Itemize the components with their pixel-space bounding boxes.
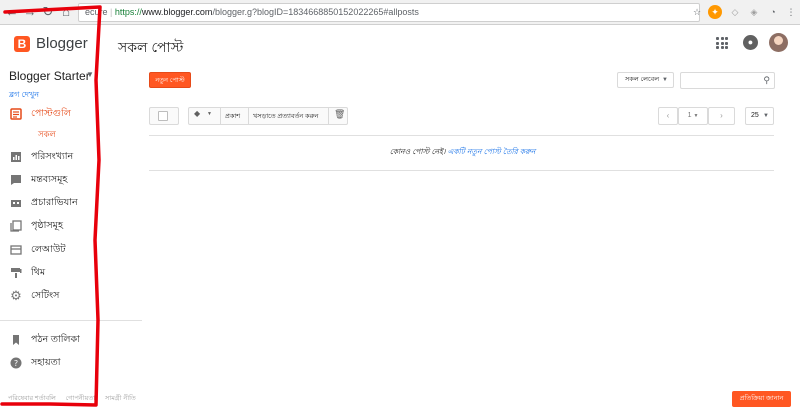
sidebar-item-label: থিম: [31, 266, 46, 278]
delete-icon[interactable]: 🗑: [334, 109, 345, 120]
back-icon[interactable]: ←: [4, 4, 20, 20]
list-divider: [149, 135, 774, 136]
search-icon[interactable]: ⚲: [763, 75, 770, 86]
reload-icon[interactable]: ↻: [40, 4, 56, 20]
extension-icon[interactable]: ◈: [747, 5, 761, 19]
publish-button[interactable]: প্রকাশ: [225, 111, 240, 122]
avatar[interactable]: [769, 33, 788, 52]
apps-grid-icon[interactable]: [716, 37, 728, 49]
next-page-button[interactable]: ›: [708, 107, 735, 125]
shield-icon[interactable]: ◇: [728, 5, 742, 19]
sidebar-item-layout[interactable]: লেআউট: [10, 242, 66, 258]
sidebar-item-label: পৃষ্ঠাসমূহ: [31, 219, 63, 231]
toolbar-divider: [248, 107, 249, 125]
help-icon: ?: [10, 357, 22, 369]
label-tag-icon[interactable]: ◆: [194, 109, 200, 118]
svg-text:?: ?: [14, 359, 18, 368]
extension-icon[interactable]: ✦: [708, 5, 722, 19]
brand-name[interactable]: Blogger: [36, 35, 88, 52]
sidebar-item-reading-list[interactable]: পঠন তালিকা: [10, 332, 80, 348]
sidebar-divider: [0, 320, 142, 321]
sidebar-item-label: সেটিংস: [31, 289, 60, 301]
sidebar-item-pages[interactable]: পৃষ্ঠাসমূহ: [10, 218, 63, 234]
privacy-link[interactable]: গোপনীয়তা: [66, 395, 96, 402]
home-icon[interactable]: ⌂: [58, 4, 74, 20]
page-selector[interactable]: 1 ▼: [678, 107, 708, 125]
menu-dots-icon[interactable]: ⋮: [784, 5, 798, 19]
sidebar-item-posts[interactable]: পোস্টগুলি: [10, 106, 71, 122]
label-filter-value: সকল লেবেল: [625, 76, 660, 83]
header-divider: [97, 34, 98, 54]
search-input[interactable]: ⚲: [680, 72, 775, 89]
gauge-icon[interactable]: ◔: [766, 5, 780, 19]
sidebar-item-label: পঠন তালিকা: [31, 333, 80, 345]
pages-icon: [10, 220, 22, 232]
sidebar-item-label: পোস্টগুলি: [31, 107, 71, 119]
red-annotation-outline: [0, 5, 102, 407]
url-host: www.blogger.com: [141, 7, 213, 17]
caret-down-icon: ▼: [662, 77, 668, 83]
blog-selector[interactable]: Blogger Starter: [9, 69, 90, 83]
url-scheme: https://: [114, 7, 142, 17]
url-path: /blogger.g?blogID=1834668850152022265#al…: [212, 7, 419, 17]
caret-down-icon[interactable]: ▼: [86, 70, 94, 79]
toolbar-divider: [220, 107, 221, 125]
create-post-link[interactable]: একটি নতুন পোস্ট তৈরি করুন: [448, 147, 536, 156]
earnings-icon: [10, 197, 22, 209]
list-divider: [149, 170, 774, 171]
blogger-logo[interactable]: B: [14, 36, 30, 52]
sidebar-footer: পরিষেবার শর্তাবলি গোপনীয়তা সামগ্রী নীতি: [8, 393, 144, 404]
sidebar-item-label: প্রচারাভিযান: [31, 196, 78, 208]
per-page-value: 25: [751, 112, 759, 119]
sidebar-item-theme[interactable]: থিম: [10, 265, 45, 281]
posts-icon: [10, 108, 22, 120]
select-all-checkbox[interactable]: [158, 111, 168, 121]
sidebar-item-settings[interactable]: ⚙ সেটিংস: [10, 288, 59, 304]
browser-toolbar: ← → ↻ ⌂ ecure | https://www.blogger.com/…: [0, 0, 800, 25]
sidebar-item-label: সহায়তা: [31, 356, 61, 368]
per-page-select[interactable]: 25 ▼: [745, 107, 774, 125]
sidebar-item-comments[interactable]: মন্তব্যসমূহ: [10, 172, 67, 188]
notifications-icon[interactable]: ●: [743, 35, 758, 50]
forward-icon[interactable]: →: [22, 4, 38, 20]
bookmark-star-icon[interactable]: ☆: [690, 5, 704, 19]
reading-list-icon: [10, 334, 22, 346]
sidebar-subitem-all[interactable]: সকল: [38, 128, 56, 142]
feedback-button[interactable]: প্রতিক্রিয়া জানান: [732, 391, 791, 407]
theme-icon: [10, 267, 22, 279]
revert-to-draft-button[interactable]: খসড়াতে প্রত্যাবর্তন করুন: [253, 111, 318, 122]
sidebar-item-label: মন্তব্যসমূহ: [31, 173, 68, 185]
empty-state-text: কোনও পোস্ট নেই।: [389, 147, 446, 156]
settings-icon: ⚙: [10, 288, 22, 303]
sidebar-item-label: লেআউট: [31, 243, 66, 255]
comments-icon: [10, 174, 22, 186]
caret-down-icon: ▼: [763, 113, 769, 119]
sidebar-item-earnings[interactable]: প্রচারাভিযান: [10, 195, 78, 211]
content-policy-link[interactable]: সামগ্রী নীতি: [105, 395, 136, 402]
label-filter-select[interactable]: সকল লেবেল ▼: [617, 72, 674, 88]
layout-icon: [10, 244, 22, 256]
secure-label: ecure: [85, 7, 108, 17]
prev-page-button[interactable]: ‹: [658, 107, 678, 125]
caret-down-icon[interactable]: ▼: [207, 111, 212, 117]
terms-link[interactable]: পরিষেবার শর্তাবলি: [8, 395, 56, 402]
empty-state-message: কোনও পোস্ট নেই। একটি নতুন পোস্ট তৈরি করু…: [0, 147, 800, 159]
new-post-button[interactable]: নতুন পোস্ট: [149, 72, 191, 88]
page-number: 1: [687, 112, 692, 119]
view-blog-link[interactable]: ব্লগ দেখুন: [9, 89, 39, 102]
page-title: সকল পোস্ট: [118, 39, 184, 55]
sidebar-item-help[interactable]: ? সহায়তা: [10, 355, 61, 371]
toolbar-divider: [328, 107, 329, 125]
address-bar[interactable]: ecure | https://www.blogger.com/blogger.…: [78, 3, 700, 22]
